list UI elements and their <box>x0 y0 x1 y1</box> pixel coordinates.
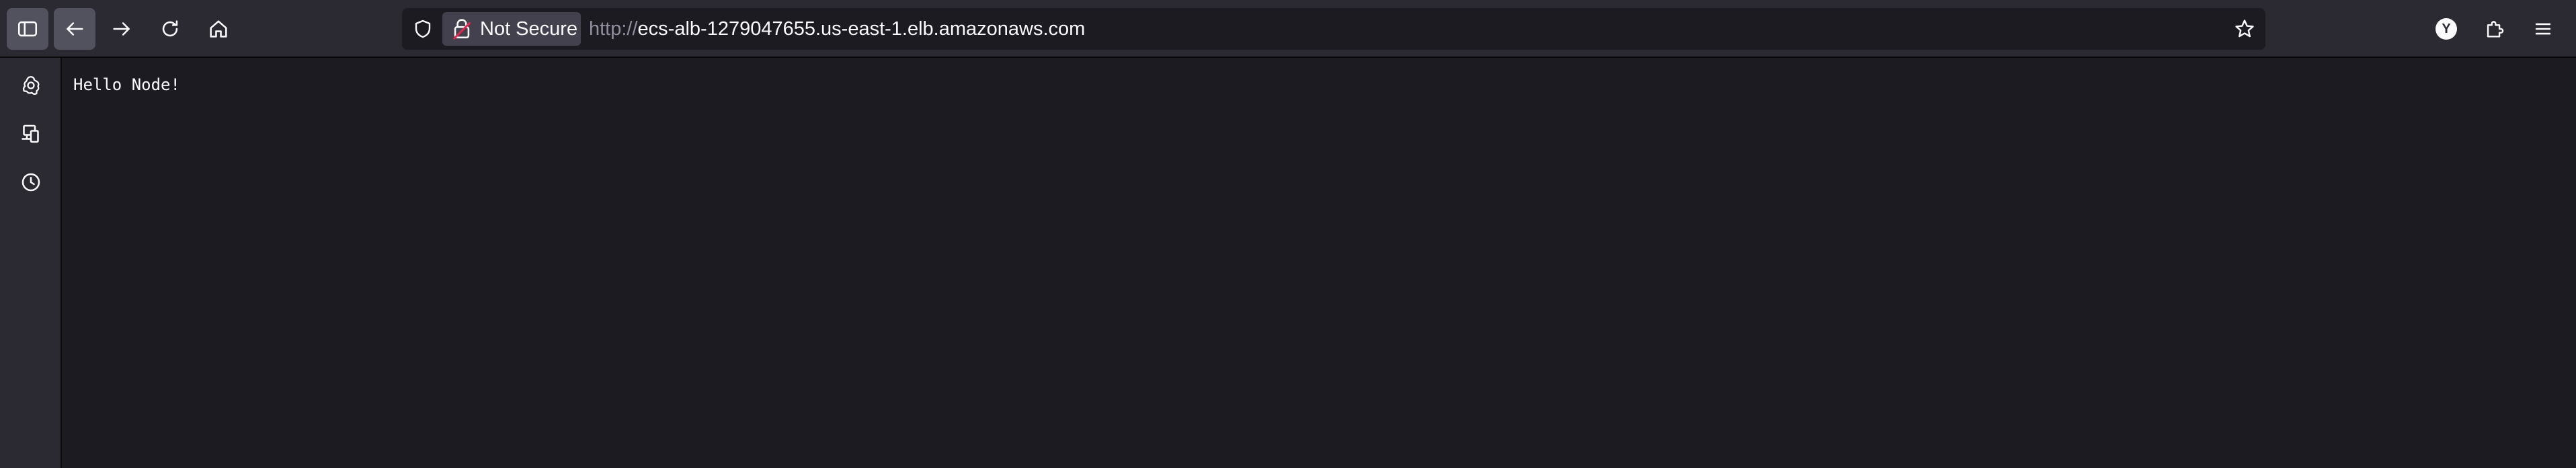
arrow-left-icon <box>67 22 83 36</box>
arrow-right-icon <box>113 22 130 36</box>
url-field[interactable]: http://ecs-alb-1279047655.us-east-1.elb.… <box>589 8 1085 50</box>
synced-tabs-icon <box>22 124 39 143</box>
reload-button[interactable] <box>149 8 191 50</box>
url-scheme: http:// <box>589 18 638 40</box>
avatar: Y <box>2436 18 2457 40</box>
back-button[interactable] <box>54 8 95 50</box>
tracking-protection-button[interactable] <box>410 16 436 42</box>
extensions-button[interactable] <box>2474 8 2515 50</box>
sidebar-item-history[interactable] <box>10 161 52 203</box>
sidebar-item-ai-chatbot[interactable] <box>10 65 52 106</box>
sidebar-item-synced-tabs[interactable] <box>10 113 52 155</box>
shield-icon <box>415 20 431 38</box>
sidebar-toggle-button[interactable] <box>7 8 48 50</box>
sidebar-icon <box>17 21 38 37</box>
hamburger-icon <box>2535 23 2551 35</box>
account-button[interactable]: Y <box>2425 8 2467 50</box>
browser-toolbar: Not Secure http://ecs-alb-1279047655.us-… <box>0 0 2576 58</box>
url-host: ecs-alb-1279047655.us-east-1.elb.amazona… <box>637 18 1086 40</box>
page-content: Hello Node! <box>62 59 2576 468</box>
insecure-lock-icon <box>452 17 472 40</box>
reload-icon <box>162 20 178 37</box>
app-menu-button[interactable] <box>2522 8 2564 50</box>
bookmark-button[interactable] <box>2232 16 2257 42</box>
puzzle-icon <box>2487 21 2504 38</box>
home-button[interactable] <box>198 8 239 50</box>
star-icon <box>2235 20 2254 38</box>
site-security-indicator[interactable]: Not Secure <box>442 12 581 46</box>
security-label: Not Secure <box>480 17 578 40</box>
ai-chatbot-icon <box>23 76 40 95</box>
browser-sidebar <box>0 58 62 468</box>
page-body-text: Hello Node! <box>73 75 180 94</box>
history-clock-icon <box>22 173 40 192</box>
forward-button[interactable] <box>101 8 143 50</box>
address-bar[interactable]: Not Secure http://ecs-alb-1279047655.us-… <box>402 8 2265 50</box>
home-icon <box>210 20 227 38</box>
